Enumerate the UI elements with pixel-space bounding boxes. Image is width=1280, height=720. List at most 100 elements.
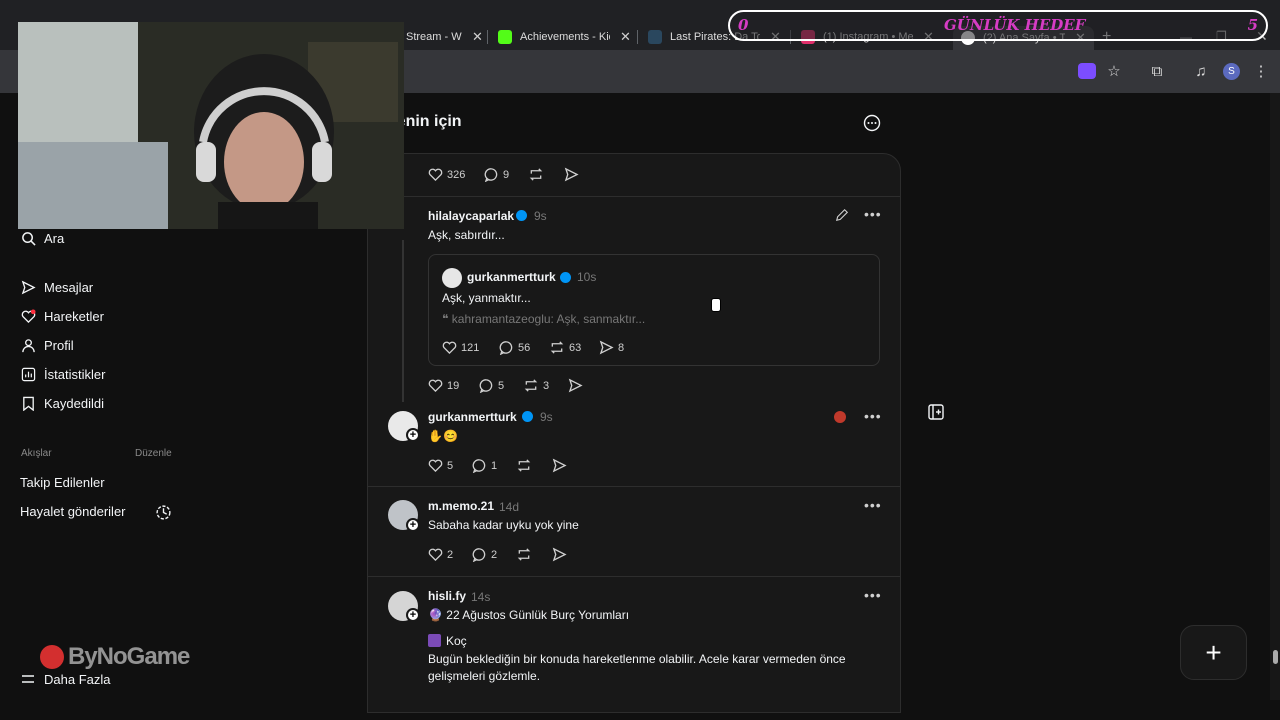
comment-icon	[472, 459, 486, 473]
bynogame-watermark: ByNoGame	[40, 643, 190, 671]
reply-button[interactable]: 5	[479, 378, 504, 393]
post-username[interactable]: hisli.fy	[428, 589, 466, 603]
like-button[interactable]: 5	[428, 458, 453, 473]
nav-label: Daha Fazla	[44, 671, 111, 687]
nav-label: Kaydedildi	[44, 395, 104, 411]
quote-text: Aşk, yanmaktır...	[442, 291, 531, 305]
comment-icon	[479, 379, 493, 393]
repost-button[interactable]	[516, 547, 536, 562]
bynogame-logo-icon	[40, 645, 64, 669]
share-button[interactable]	[552, 458, 571, 473]
steam-icon	[648, 30, 662, 44]
like-button[interactable]: 2	[428, 547, 453, 562]
aries-icon	[428, 634, 441, 647]
quoted-post[interactable]: gurkanmertturk 10s Aşk, yanmaktır... ❝ k…	[428, 254, 880, 366]
close-icon[interactable]: ✕	[620, 29, 631, 45]
repost-icon	[550, 341, 564, 354]
reply-button[interactable]: 2	[472, 547, 497, 562]
add-column-icon[interactable]	[928, 404, 944, 425]
tab-achievements[interactable]: Achievements - Kick ✕	[498, 26, 631, 48]
heart-icon	[428, 548, 443, 562]
more-menu[interactable]: Daha Fazla	[20, 671, 110, 687]
share-button[interactable]	[564, 167, 583, 182]
share-icon	[564, 167, 579, 182]
menu-kebab-icon[interactable]: ⋮	[1252, 63, 1270, 81]
like-count: 5	[447, 459, 454, 472]
webcam-overlay	[18, 22, 404, 229]
quote-reference: ❝ kahramantazeoglu: Aşk, sanmaktır...	[442, 312, 645, 326]
post-username[interactable]: m.memo.21	[428, 499, 494, 513]
mouse-cursor-icon	[711, 298, 721, 312]
like-button[interactable]: 19	[428, 378, 459, 393]
follow-plus-icon[interactable]: +	[406, 518, 420, 532]
avatar	[442, 268, 462, 288]
feed-column: 326 9 hilalaycaparlak 9s ••• Aşk, sabırd…	[367, 153, 901, 713]
repost-button[interactable]	[528, 167, 548, 182]
post-more-icon[interactable]: •••	[864, 497, 882, 513]
daily-goal-overlay: 0 GÜNLÜK HEDEF 5	[728, 10, 1268, 41]
profile-avatar[interactable]: S	[1223, 63, 1240, 80]
repost-button[interactable]: 63	[549, 340, 581, 355]
ghost-history-icon[interactable]	[155, 504, 172, 526]
comment-icon	[484, 168, 498, 182]
like-button[interactable]: 326	[428, 167, 465, 182]
follow-plus-icon[interactable]: +	[406, 608, 420, 622]
post-line: Bugün beklediğin bir konuda hareketlenme…	[428, 652, 846, 666]
post-username[interactable]: hilalaycaparlak	[428, 209, 514, 223]
post-more-icon[interactable]: •••	[864, 408, 882, 424]
share-icon	[552, 458, 567, 473]
repost-button[interactable]: 3	[523, 378, 549, 393]
comment-count: 56	[518, 341, 531, 354]
repost-icon	[529, 168, 543, 181]
sidebar-item-activity[interactable]: Hareketler	[20, 308, 104, 324]
goal-title: GÜNLÜK HEDEF	[944, 16, 1086, 34]
like-button[interactable]: 121	[442, 340, 479, 355]
repost-icon	[517, 548, 531, 561]
sidebar-item-saved[interactable]: Kaydedildi	[20, 395, 104, 411]
goal-current: 0	[738, 16, 749, 34]
verified-badge-icon	[516, 210, 527, 221]
sidebar-item-profile[interactable]: Profil	[20, 337, 74, 353]
crystal-ball-icon: 🔮	[428, 608, 447, 622]
post-more-icon[interactable]: •••	[864, 206, 882, 222]
scrollbar-thumb[interactable]	[1273, 650, 1278, 664]
bookmark-star-icon[interactable]: ☆	[1105, 63, 1123, 81]
reply-button[interactable]: 9	[484, 167, 509, 182]
repost-icon	[517, 459, 531, 472]
share-button[interactable]: 8	[599, 340, 624, 355]
feed-following[interactable]: Takip Edilenler	[20, 475, 105, 490]
media-control-icon[interactable]: ♫	[1192, 63, 1210, 81]
nav-label: Mesajlar	[44, 279, 94, 295]
sidebar-item-insights[interactable]: İstatistikler	[20, 366, 105, 382]
feed-options-icon[interactable]	[863, 114, 881, 137]
post-time: 14s	[471, 590, 491, 604]
thread-line	[402, 240, 404, 402]
post-more-icon[interactable]: •••	[864, 587, 882, 603]
reply-button[interactable]: 56	[499, 340, 530, 355]
comment-count: 1	[491, 459, 498, 472]
post-username[interactable]: gurkanmertturk	[428, 410, 517, 424]
feed-ghost-posts[interactable]: Hayalet gönderiler	[20, 504, 126, 519]
feeds-edit-link[interactable]: Düzenle	[135, 448, 172, 459]
repost-button[interactable]	[516, 458, 536, 473]
share-button[interactable]	[568, 378, 587, 393]
follow-plus-icon[interactable]: +	[406, 428, 420, 442]
quote-username[interactable]: gurkanmertturk	[467, 270, 556, 284]
reply-button[interactable]: 1	[472, 458, 497, 473]
insights-icon	[20, 366, 36, 382]
quote-reference-text: kahramantazeoglu: Aşk, sanmaktır...	[451, 312, 646, 326]
post-text: ✋😊	[428, 429, 458, 443]
share-icon	[599, 340, 614, 355]
close-icon[interactable]: ✕	[472, 29, 483, 45]
tab-stream[interactable]: Stream - W ✕	[406, 26, 483, 48]
extensions-icon[interactable]: ⧉	[1148, 63, 1166, 81]
share-button[interactable]	[552, 547, 571, 562]
sidebar-item-messages[interactable]: Mesajlar	[20, 279, 93, 295]
repost-icon	[524, 379, 538, 392]
screen-cast-icon[interactable]	[1078, 63, 1096, 79]
scrollbar[interactable]	[1270, 93, 1280, 700]
heart-icon	[20, 308, 36, 324]
search-nav[interactable]: Ara	[20, 230, 64, 246]
edit-pencil-icon[interactable]	[835, 208, 849, 227]
create-post-button[interactable]: +	[1180, 625, 1247, 680]
